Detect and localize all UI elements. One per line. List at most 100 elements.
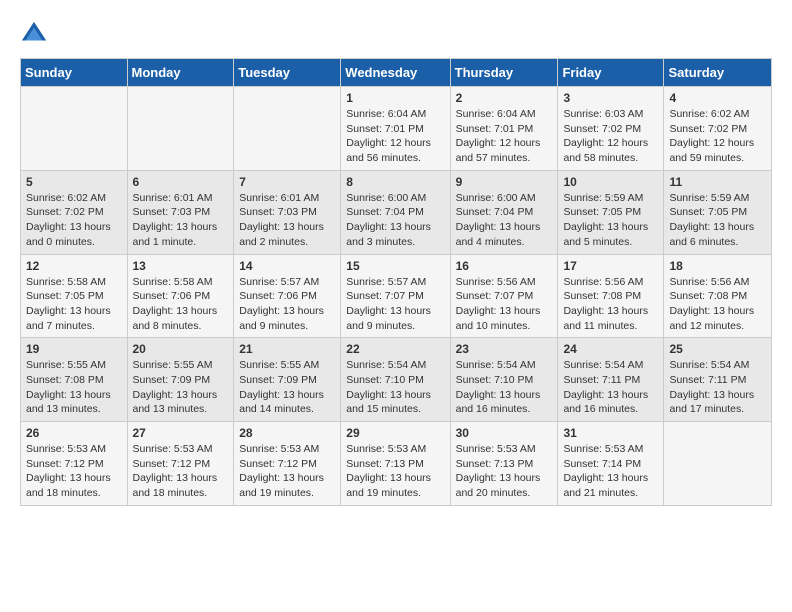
calendar-cell: 31 Sunrise: 5:53 AM Sunset: 7:14 PM Dayli… [558, 422, 664, 506]
day-number: 31 [563, 426, 658, 440]
day-number: 24 [563, 342, 658, 356]
day-number: 5 [26, 175, 122, 189]
day-info: Sunrise: 5:55 AM Sunset: 7:08 PM Dayligh… [26, 358, 122, 417]
weekday-tuesday: Tuesday [234, 59, 341, 87]
day-info: Sunrise: 5:53 AM Sunset: 7:12 PM Dayligh… [239, 442, 335, 501]
day-info: Sunrise: 5:56 AM Sunset: 7:08 PM Dayligh… [669, 275, 766, 334]
day-info: Sunrise: 6:02 AM Sunset: 7:02 PM Dayligh… [669, 107, 766, 166]
calendar-cell: 21 Sunrise: 5:55 AM Sunset: 7:09 PM Dayli… [234, 338, 341, 422]
day-info: Sunrise: 5:53 AM Sunset: 7:13 PM Dayligh… [346, 442, 444, 501]
calendar-cell: 7 Sunrise: 6:01 AM Sunset: 7:03 PM Daylig… [234, 170, 341, 254]
day-info: Sunrise: 5:59 AM Sunset: 7:05 PM Dayligh… [563, 191, 658, 250]
day-info: Sunrise: 5:56 AM Sunset: 7:07 PM Dayligh… [456, 275, 553, 334]
day-info: Sunrise: 5:54 AM Sunset: 7:10 PM Dayligh… [456, 358, 553, 417]
calendar-cell: 23 Sunrise: 5:54 AM Sunset: 7:10 PM Dayli… [450, 338, 558, 422]
weekday-header-row: SundayMondayTuesdayWednesdayThursdayFrid… [21, 59, 772, 87]
calendar-cell: 16 Sunrise: 5:56 AM Sunset: 7:07 PM Dayli… [450, 254, 558, 338]
day-number: 30 [456, 426, 553, 440]
day-number: 25 [669, 342, 766, 356]
day-info: Sunrise: 5:54 AM Sunset: 7:11 PM Dayligh… [563, 358, 658, 417]
day-info: Sunrise: 5:53 AM Sunset: 7:14 PM Dayligh… [563, 442, 658, 501]
calendar-week-2: 5 Sunrise: 6:02 AM Sunset: 7:02 PM Daylig… [21, 170, 772, 254]
calendar-cell: 13 Sunrise: 5:58 AM Sunset: 7:06 PM Dayli… [127, 254, 234, 338]
calendar-cell: 15 Sunrise: 5:57 AM Sunset: 7:07 PM Dayli… [341, 254, 450, 338]
day-info: Sunrise: 5:56 AM Sunset: 7:08 PM Dayligh… [563, 275, 658, 334]
calendar-cell: 5 Sunrise: 6:02 AM Sunset: 7:02 PM Daylig… [21, 170, 128, 254]
calendar-cell: 1Sunrise: 6:04 AM Sunset: 7:01 PM Daylig… [341, 87, 450, 171]
day-info: Sunrise: 5:53 AM Sunset: 7:12 PM Dayligh… [26, 442, 122, 501]
calendar-cell: 3 Sunrise: 6:03 AM Sunset: 7:02 PM Daylig… [558, 87, 664, 171]
calendar-cell: 4Sunrise: 6:02 AM Sunset: 7:02 PM Daylig… [664, 87, 772, 171]
calendar-cell: 25Sunrise: 5:54 AM Sunset: 7:11 PM Dayli… [664, 338, 772, 422]
day-number: 17 [563, 259, 658, 273]
day-number: 21 [239, 342, 335, 356]
day-info: Sunrise: 5:59 AM Sunset: 7:05 PM Dayligh… [669, 191, 766, 250]
day-number: 13 [133, 259, 229, 273]
day-info: Sunrise: 6:02 AM Sunset: 7:02 PM Dayligh… [26, 191, 122, 250]
day-info: Sunrise: 6:00 AM Sunset: 7:04 PM Dayligh… [456, 191, 553, 250]
weekday-friday: Friday [558, 59, 664, 87]
day-number: 28 [239, 426, 335, 440]
day-number: 8 [346, 175, 444, 189]
day-info: Sunrise: 6:04 AM Sunset: 7:01 PM Dayligh… [346, 107, 444, 166]
day-info: Sunrise: 6:04 AM Sunset: 7:01 PM Dayligh… [456, 107, 553, 166]
day-number: 26 [26, 426, 122, 440]
calendar-cell [127, 87, 234, 171]
calendar-cell [664, 422, 772, 506]
day-number: 23 [456, 342, 553, 356]
weekday-saturday: Saturday [664, 59, 772, 87]
calendar-cell: 19 Sunrise: 5:55 AM Sunset: 7:08 PM Dayli… [21, 338, 128, 422]
day-number: 29 [346, 426, 444, 440]
calendar-cell [21, 87, 128, 171]
calendar-cell: 22 Sunrise: 5:54 AM Sunset: 7:10 PM Dayli… [341, 338, 450, 422]
day-number: 12 [26, 259, 122, 273]
day-number: 7 [239, 175, 335, 189]
calendar-cell: 27 Sunrise: 5:53 AM Sunset: 7:12 PM Dayli… [127, 422, 234, 506]
day-info: Sunrise: 6:03 AM Sunset: 7:02 PM Dayligh… [563, 107, 658, 166]
calendar-cell: 30 Sunrise: 5:53 AM Sunset: 7:13 PM Dayli… [450, 422, 558, 506]
weekday-thursday: Thursday [450, 59, 558, 87]
page-header [20, 20, 772, 48]
calendar-week-5: 26 Sunrise: 5:53 AM Sunset: 7:12 PM Dayli… [21, 422, 772, 506]
calendar-week-1: 1Sunrise: 6:04 AM Sunset: 7:01 PM Daylig… [21, 87, 772, 171]
calendar-cell: 8 Sunrise: 6:00 AM Sunset: 7:04 PM Daylig… [341, 170, 450, 254]
day-number: 14 [239, 259, 335, 273]
calendar-cell: 17 Sunrise: 5:56 AM Sunset: 7:08 PM Dayli… [558, 254, 664, 338]
day-number: 11 [669, 175, 766, 189]
weekday-sunday: Sunday [21, 59, 128, 87]
day-info: Sunrise: 5:53 AM Sunset: 7:12 PM Dayligh… [133, 442, 229, 501]
day-info: Sunrise: 6:01 AM Sunset: 7:03 PM Dayligh… [239, 191, 335, 250]
day-number: 18 [669, 259, 766, 273]
day-number: 6 [133, 175, 229, 189]
calendar-cell: 26 Sunrise: 5:53 AM Sunset: 7:12 PM Dayli… [21, 422, 128, 506]
calendar-cell: 12 Sunrise: 5:58 AM Sunset: 7:05 PM Dayli… [21, 254, 128, 338]
day-number: 3 [563, 91, 658, 105]
day-number: 15 [346, 259, 444, 273]
day-info: Sunrise: 5:57 AM Sunset: 7:07 PM Dayligh… [346, 275, 444, 334]
day-info: Sunrise: 5:54 AM Sunset: 7:10 PM Dayligh… [346, 358, 444, 417]
day-info: Sunrise: 5:55 AM Sunset: 7:09 PM Dayligh… [133, 358, 229, 417]
day-info: Sunrise: 5:58 AM Sunset: 7:05 PM Dayligh… [26, 275, 122, 334]
day-number: 2 [456, 91, 553, 105]
calendar-cell: 18 Sunrise: 5:56 AM Sunset: 7:08 PM Dayli… [664, 254, 772, 338]
day-number: 9 [456, 175, 553, 189]
day-info: Sunrise: 5:53 AM Sunset: 7:13 PM Dayligh… [456, 442, 553, 501]
calendar-cell: 6Sunrise: 6:01 AM Sunset: 7:03 PM Daylig… [127, 170, 234, 254]
day-info: Sunrise: 6:00 AM Sunset: 7:04 PM Dayligh… [346, 191, 444, 250]
day-info: Sunrise: 5:58 AM Sunset: 7:06 PM Dayligh… [133, 275, 229, 334]
day-number: 16 [456, 259, 553, 273]
logo [20, 20, 52, 48]
day-number: 19 [26, 342, 122, 356]
calendar-cell [234, 87, 341, 171]
calendar-week-4: 19 Sunrise: 5:55 AM Sunset: 7:08 PM Dayli… [21, 338, 772, 422]
day-number: 20 [133, 342, 229, 356]
calendar-cell: 24 Sunrise: 5:54 AM Sunset: 7:11 PM Dayli… [558, 338, 664, 422]
day-number: 22 [346, 342, 444, 356]
calendar-cell: 11 Sunrise: 5:59 AM Sunset: 7:05 PM Dayli… [664, 170, 772, 254]
day-info: Sunrise: 5:55 AM Sunset: 7:09 PM Dayligh… [239, 358, 335, 417]
calendar-week-3: 12 Sunrise: 5:58 AM Sunset: 7:05 PM Dayli… [21, 254, 772, 338]
calendar-cell: 29 Sunrise: 5:53 AM Sunset: 7:13 PM Dayli… [341, 422, 450, 506]
day-number: 27 [133, 426, 229, 440]
calendar-cell: 10 Sunrise: 5:59 AM Sunset: 7:05 PM Dayli… [558, 170, 664, 254]
day-number: 10 [563, 175, 658, 189]
